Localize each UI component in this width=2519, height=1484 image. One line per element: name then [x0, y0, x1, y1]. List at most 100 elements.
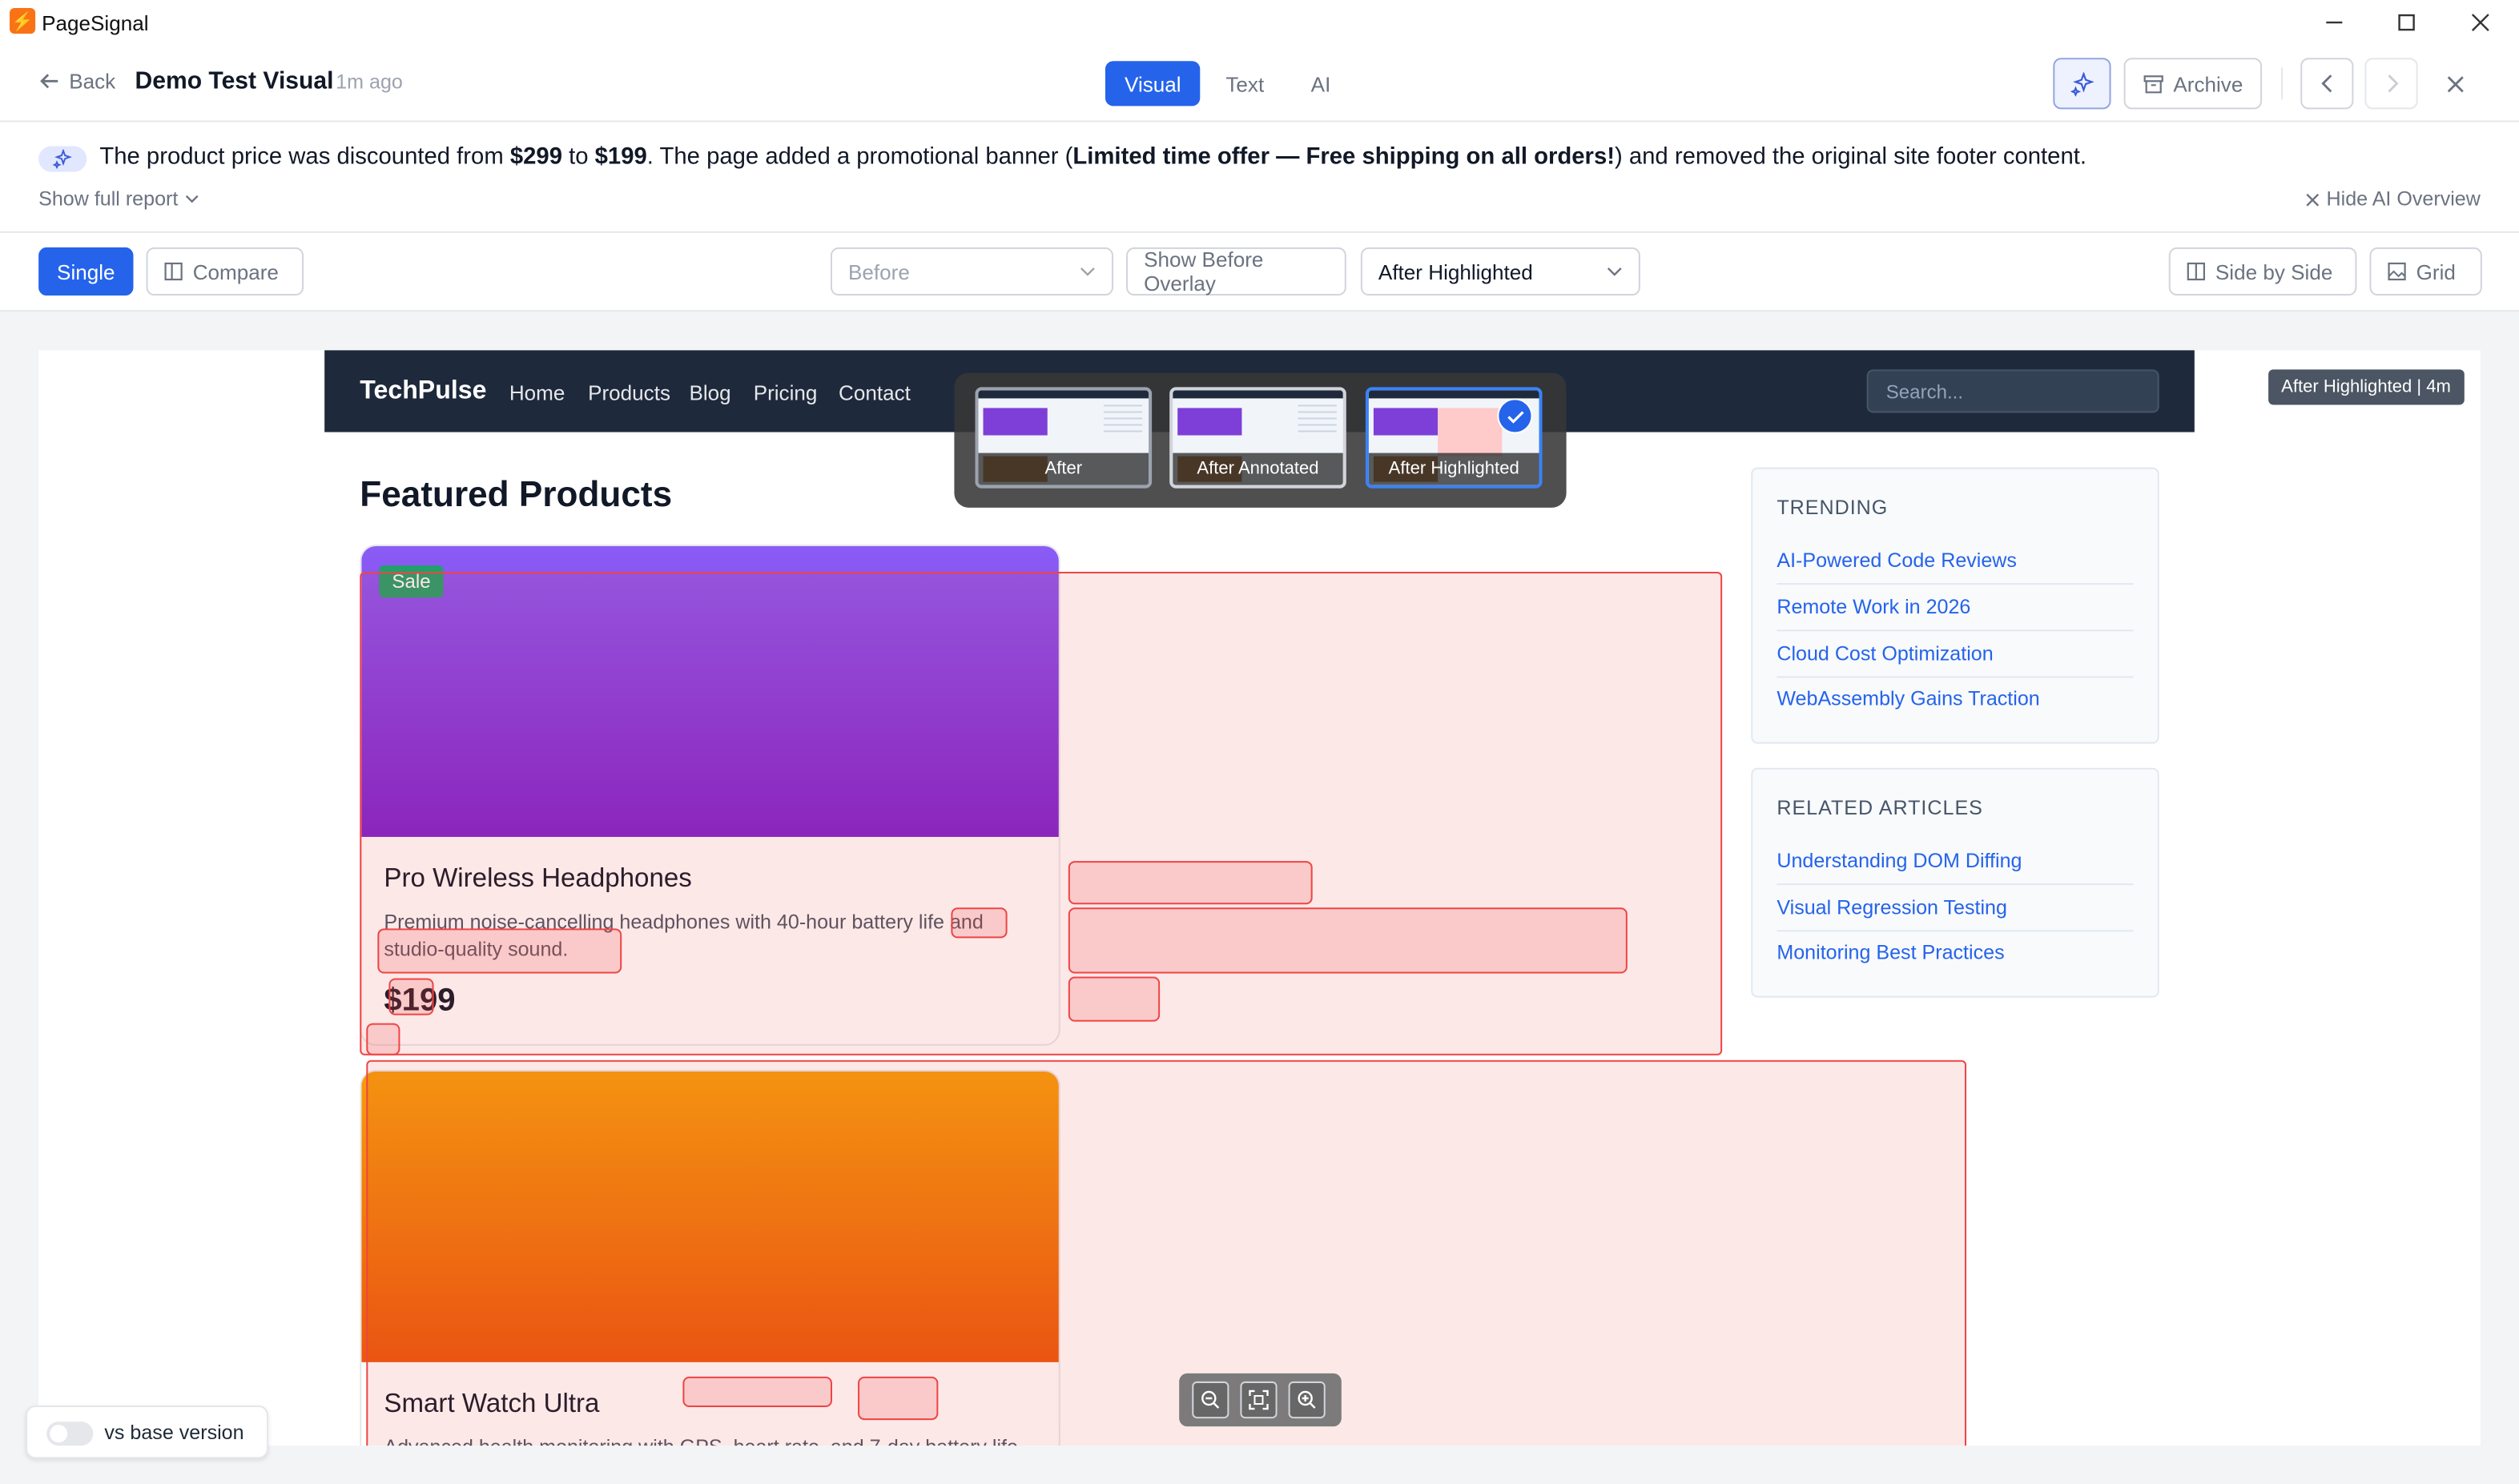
maximize-icon[interactable]: [2388, 5, 2426, 40]
archive-icon: [2143, 74, 2163, 93]
trending-box: TRENDING AI-Powered Code Reviews Remote …: [1751, 467, 2159, 744]
sale-badge: Sale: [379, 565, 444, 598]
screenshot-viewport[interactable]: TechPulse Home Products Blog Pricing Con…: [38, 350, 2481, 1446]
show-before-overlay-button[interactable]: Show Before Overlay: [1126, 247, 1346, 296]
thumb-label: After Annotated: [1173, 452, 1343, 485]
related-link: Understanding DOM Diffing: [1777, 850, 2134, 886]
fit-screen-icon[interactable]: [1240, 1381, 1278, 1419]
chevron-down-icon: [185, 195, 199, 203]
site-nav-pricing: Pricing: [753, 380, 818, 405]
vs-base-version-toggle[interactable]: vs base version: [26, 1406, 268, 1459]
sparkle-icon: [2070, 71, 2094, 96]
product-description: Premium noise-cancelling headphones with…: [384, 911, 984, 961]
product-title: Pro Wireless Headphones: [384, 864, 692, 894]
summary-text: The product price was discounted from $2…: [99, 144, 2087, 171]
previous-button[interactable]: [2300, 58, 2354, 110]
site-logo: TechPulse: [360, 377, 487, 405]
zoom-in-icon[interactable]: [1288, 1381, 1326, 1419]
chevron-down-icon: [1080, 267, 1095, 276]
view-switcher-popup: After After Annotated After Highlighted: [954, 372, 1567, 508]
next-button[interactable]: [2364, 58, 2418, 110]
related-articles-box: RELATED ARTICLES Understanding DOM Diffi…: [1751, 767, 2159, 998]
trending-link: WebAssembly Gains Traction: [1777, 687, 2040, 710]
chevron-down-icon: [1607, 267, 1622, 276]
side-by-side-label: Side by Side: [2215, 259, 2333, 284]
product-card: Sale Pro Wireless Headphones Premium noi…: [360, 544, 1060, 1046]
app-logo-icon: ⚡: [10, 8, 36, 34]
archive-label: Archive: [2173, 71, 2243, 96]
site-nav-contact: Contact: [838, 380, 911, 405]
chevron-left-icon: [2320, 74, 2332, 93]
vs-base-label: vs base version: [104, 1422, 244, 1445]
thumb-label: After Highlighted: [1368, 452, 1539, 485]
toggle-switch[interactable]: [46, 1422, 94, 1446]
product-price: $199: [384, 983, 456, 1019]
change-highlight: [1068, 907, 1628, 974]
columns-icon: [164, 262, 183, 281]
back-button[interactable]: Back: [38, 69, 115, 93]
featured-heading: Featured Products: [360, 473, 673, 514]
grid-button[interactable]: Grid: [2369, 247, 2482, 296]
minimize-icon[interactable]: [2315, 5, 2353, 40]
product-image: [361, 545, 1059, 837]
view-select-value: After Highlighted: [1378, 259, 1533, 284]
zoom-controls: [1179, 1373, 1342, 1427]
trending-link: Remote Work in 2026: [1777, 596, 2134, 632]
product-description: Advanced health monitoring with GPS, hea…: [384, 1434, 1026, 1446]
site-nav-products: Products: [588, 380, 671, 405]
related-heading: RELATED ARTICLES: [1777, 796, 1983, 819]
image-icon: [2388, 262, 2406, 281]
columns-icon: [2187, 262, 2205, 281]
tab-visual[interactable]: Visual: [1105, 61, 1201, 107]
ai-summary: The product price was discounted from $2…: [0, 122, 2519, 233]
title-bar: ⚡ PageSignal: [0, 0, 2519, 45]
related-link: Monitoring Best Practices: [1777, 941, 2005, 964]
grid-label: Grid: [2416, 259, 2456, 284]
archive-button[interactable]: Archive: [2123, 58, 2263, 110]
tab-text[interactable]: Text: [1206, 61, 1283, 106]
tab-ai[interactable]: AI: [1292, 61, 1350, 106]
arrow-left-icon: [40, 74, 58, 89]
view-badge: After Highlighted | 4m: [2268, 369, 2464, 405]
hide-ai-overview-button[interactable]: Hide AI Overview: [2305, 188, 2481, 211]
close-panel-icon[interactable]: [2439, 69, 2471, 98]
thumb-label: After: [978, 452, 1149, 485]
close-icon[interactable]: [2461, 5, 2500, 40]
show-full-report-link[interactable]: Show full report: [38, 188, 199, 211]
thumb-after-annotated[interactable]: After Annotated: [1169, 387, 1346, 489]
trending-link: AI-Powered Code Reviews: [1777, 549, 2134, 585]
product-card: Smart Watch Ultra Advanced health monito…: [360, 1069, 1060, 1446]
back-label: Back: [69, 69, 116, 94]
divider: [2281, 67, 2284, 100]
thumb-after-highlighted[interactable]: After Highlighted: [1365, 387, 1543, 489]
side-by-side-button[interactable]: Side by Side: [2168, 247, 2357, 296]
ai-sparkle-button[interactable]: [2053, 58, 2111, 110]
site-nav-blog: Blog: [689, 380, 731, 405]
product-title: Smart Watch Ultra: [384, 1389, 600, 1419]
compare-button[interactable]: Compare: [146, 247, 304, 296]
close-icon: [2306, 192, 2320, 206]
change-highlight: [1068, 861, 1313, 905]
trending-link: Cloud Cost Optimization: [1777, 642, 2134, 678]
before-select-value: Before: [848, 259, 910, 284]
sparkle-icon: [38, 146, 87, 172]
change-highlight: [1068, 976, 1161, 1022]
trending-heading: TRENDING: [1777, 496, 1889, 519]
zoom-out-icon[interactable]: [1192, 1381, 1229, 1419]
view-toolbar: Single Compare Before Show Before Overla…: [0, 233, 2519, 312]
before-select[interactable]: Before: [830, 247, 1113, 296]
header-bar: Back Demo Test Visual 1m ago Visual Text…: [0, 45, 2519, 123]
thumb-after[interactable]: After: [975, 387, 1153, 489]
timestamp: 1m ago: [336, 70, 403, 94]
chevron-right-icon: [2387, 74, 2398, 93]
page-title: Demo Test Visual: [135, 67, 334, 95]
site-nav-home: Home: [509, 380, 565, 405]
single-view-button[interactable]: Single: [38, 247, 134, 296]
check-icon: [1497, 398, 1533, 434]
app-title: PageSignal: [42, 11, 149, 36]
related-link: Visual Regression Testing: [1777, 896, 2134, 932]
site-search-input: Search...: [1866, 369, 2159, 413]
product-image: [361, 1071, 1059, 1362]
view-select[interactable]: After Highlighted: [1360, 247, 1640, 296]
compare-label: Compare: [192, 259, 279, 284]
